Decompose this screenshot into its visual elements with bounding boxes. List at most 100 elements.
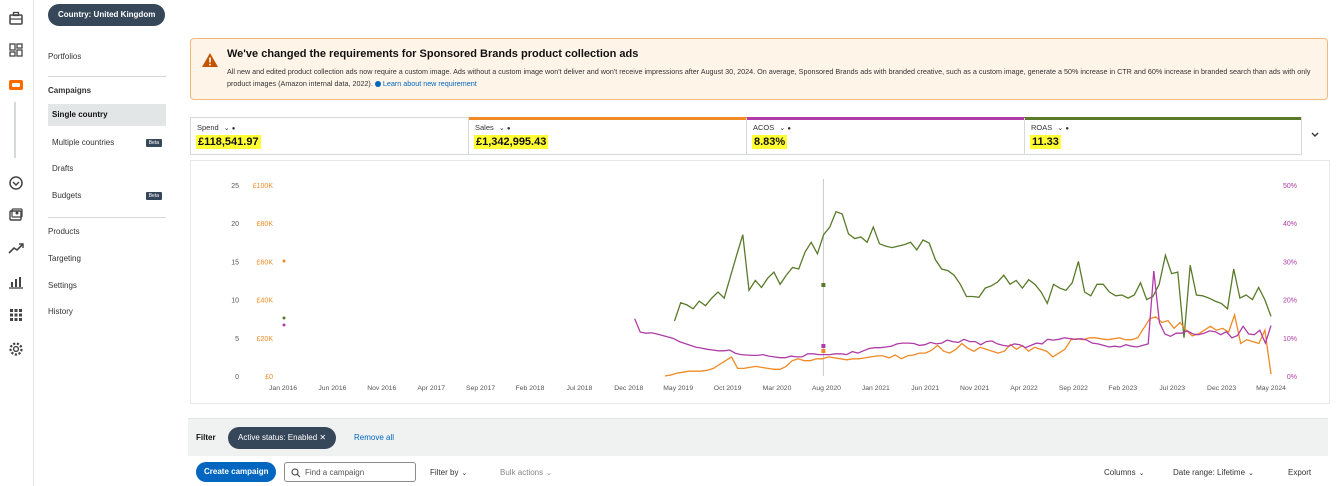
sidebar-item-budgets[interactable]: Budgets Beta — [48, 185, 166, 207]
metric-color-bar — [1025, 117, 1301, 120]
trending-icon[interactable] — [8, 240, 24, 256]
filter-by-dropdown[interactable]: Filter by ⌄ — [430, 468, 467, 477]
series-line-roas — [673, 210, 1272, 338]
export-button[interactable]: Export — [1288, 468, 1311, 477]
warning-icon — [202, 53, 218, 67]
acos-marker — [821, 344, 826, 348]
series-line-sales — [664, 312, 1272, 377]
beta-badge: Beta — [145, 139, 162, 147]
metric-label[interactable]: Sales ⌄ ● — [475, 123, 510, 132]
metric-value: 11.33 — [1030, 135, 1061, 149]
sidebar-item-label: Drafts — [52, 164, 74, 173]
x-axis-tick: Sep 2017 — [466, 385, 495, 392]
sidebar-item-targeting[interactable]: Targeting — [48, 254, 81, 263]
sidebar-item-label: Multiple countries — [52, 138, 115, 147]
x-axis-tick: Apr 2022 — [1010, 385, 1038, 392]
metric-label[interactable]: ROAS ⌄ ● — [1031, 123, 1069, 132]
sidebar-item-multiple-countries[interactable]: Multiple countries Beta — [48, 132, 166, 154]
x-axis-tick: Oct 2019 — [714, 385, 742, 392]
info-icon — [374, 81, 381, 88]
metric-card-sales[interactable]: Sales ⌄ ● £1,342,995.43 — [469, 117, 747, 154]
campaign-search[interactable] — [284, 462, 416, 482]
sidebar-divider — [48, 76, 166, 77]
series-line-acos — [634, 270, 1272, 359]
sidebar-item-drafts[interactable]: Drafts — [48, 158, 166, 180]
metric-card-acos[interactable]: ACOS ⌄ ● 8.83% — [747, 117, 1025, 154]
x-axis-tick: Dec 2023 — [1207, 385, 1236, 392]
roas-data-point — [282, 316, 286, 320]
acos-axis-tick: 30% — [1283, 259, 1297, 266]
x-axis-tick: May 2019 — [663, 385, 693, 392]
acos-axis-tick: 50% — [1283, 183, 1297, 190]
filter-bar: Filter Active status: Enabled ✕ Remove a… — [188, 418, 1328, 456]
x-axis-tick: May 2024 — [1256, 385, 1286, 392]
country-selector[interactable]: Country: United Kingdom — [48, 4, 166, 26]
icon-rail — [0, 0, 34, 486]
metric-color-bar — [747, 117, 1025, 120]
acos-data-point — [282, 323, 286, 327]
sidebar-item-label: Single country — [52, 110, 108, 119]
create-campaign-button[interactable]: Create campaign — [196, 462, 277, 482]
campaign-manager-icon[interactable] — [8, 77, 24, 93]
dashboard-icon[interactable] — [8, 42, 24, 58]
media-icon[interactable] — [8, 207, 24, 223]
sidebar-item-label: Budgets — [52, 191, 82, 200]
metric-label[interactable]: Spend ⌄ ● — [197, 123, 235, 132]
x-axis-tick: Jul 2018 — [567, 385, 593, 392]
x-axis-tick: Dec 2018 — [614, 385, 643, 392]
remove-all-link[interactable]: Remove all — [354, 433, 394, 442]
x-axis-tick: Jun 2021 — [911, 385, 939, 392]
x-axis-tick: Nov 2021 — [960, 385, 989, 392]
acos-axis-tick: 0% — [1287, 374, 1297, 381]
learn-more-link[interactable]: Learn about new requirement — [383, 79, 477, 88]
x-axis-tick: Nov 2016 — [367, 385, 396, 392]
sidebar-item-settings[interactable]: Settings — [48, 281, 77, 290]
roas-marker — [821, 283, 826, 287]
requirements-banner: We've changed the requirements for Spons… — [190, 38, 1328, 100]
metric-label[interactable]: ACOS ⌄ ● — [753, 123, 791, 132]
sidebar-item-portfolios[interactable]: Portfolios — [48, 52, 81, 61]
columns-dropdown[interactable]: Columns ⌄ — [1104, 468, 1144, 477]
roas-axis-tick: 20 — [231, 221, 239, 228]
x-axis-tick: Feb 2018 — [516, 385, 545, 392]
x-axis-tick: Jun 2016 — [318, 385, 346, 392]
sidebar-item-history[interactable]: History — [48, 307, 73, 316]
metric-card-roas[interactable]: ROAS ⌄ ● 11.33 — [1025, 117, 1301, 154]
roas-axis-tick: 5 — [235, 336, 239, 343]
sales-axis-tick: £60K — [257, 259, 274, 266]
apps-grid-icon[interactable] — [8, 307, 24, 323]
settings-icon[interactable] — [8, 341, 24, 357]
search-icon — [291, 468, 301, 478]
metric-card-spend[interactable]: Spend ⌄ ● £118,541.97 — [191, 118, 469, 154]
performance-chart: 25 £100K 50% 20 £80K 40% 15 £60K 30% 10 £40K 20% 5 £2… — [190, 160, 1330, 404]
date-range-dropdown[interactable]: Date range: Lifetime ⌄ — [1173, 468, 1254, 477]
active-status-filter-chip[interactable]: Active status: Enabled ✕ — [228, 427, 337, 449]
x-axis-tick: Feb 2023 — [1108, 385, 1137, 392]
metric-value: £118,541.97 — [196, 135, 261, 149]
briefcase-icon[interactable] — [8, 10, 24, 26]
roas-axis-tick: 25 — [231, 183, 239, 190]
sidebar-header-campaigns[interactable]: Campaigns — [48, 86, 91, 95]
beta-badge: Beta — [145, 192, 162, 200]
sales-axis-tick: £40K — [257, 298, 274, 305]
shield-icon[interactable] — [8, 175, 24, 191]
x-axis-tick: Jan 2021 — [862, 385, 890, 392]
sidebar-item-single-country[interactable]: Single country — [48, 104, 166, 126]
sidebar: Country: United Kingdom Portfolios Campa… — [34, 0, 174, 486]
rail-divider — [14, 102, 16, 158]
acos-axis-tick: 40% — [1283, 221, 1297, 228]
bulk-actions-dropdown[interactable]: Bulk actions ⌄ — [500, 468, 552, 477]
acos-axis-tick: 10% — [1283, 336, 1297, 343]
metric-value: 8.83% — [752, 135, 788, 149]
search-input[interactable] — [305, 465, 413, 479]
sales-data-point — [282, 259, 286, 263]
sales-marker — [821, 349, 826, 353]
x-axis-tick: Sep 2022 — [1059, 385, 1088, 392]
bar-chart-icon[interactable] — [8, 274, 24, 290]
sidebar-item-products[interactable]: Products — [48, 227, 80, 236]
line-chart: 25 £100K 50% 20 £80K 40% 15 £60K 30% 10 £40K 20% 5 £2… — [231, 179, 1297, 392]
metric-color-bar — [469, 117, 747, 120]
x-axis-tick: Mar 2020 — [763, 385, 792, 392]
chevron-down-icon[interactable] — [1310, 130, 1320, 140]
sales-axis-tick: £0 — [265, 374, 273, 381]
